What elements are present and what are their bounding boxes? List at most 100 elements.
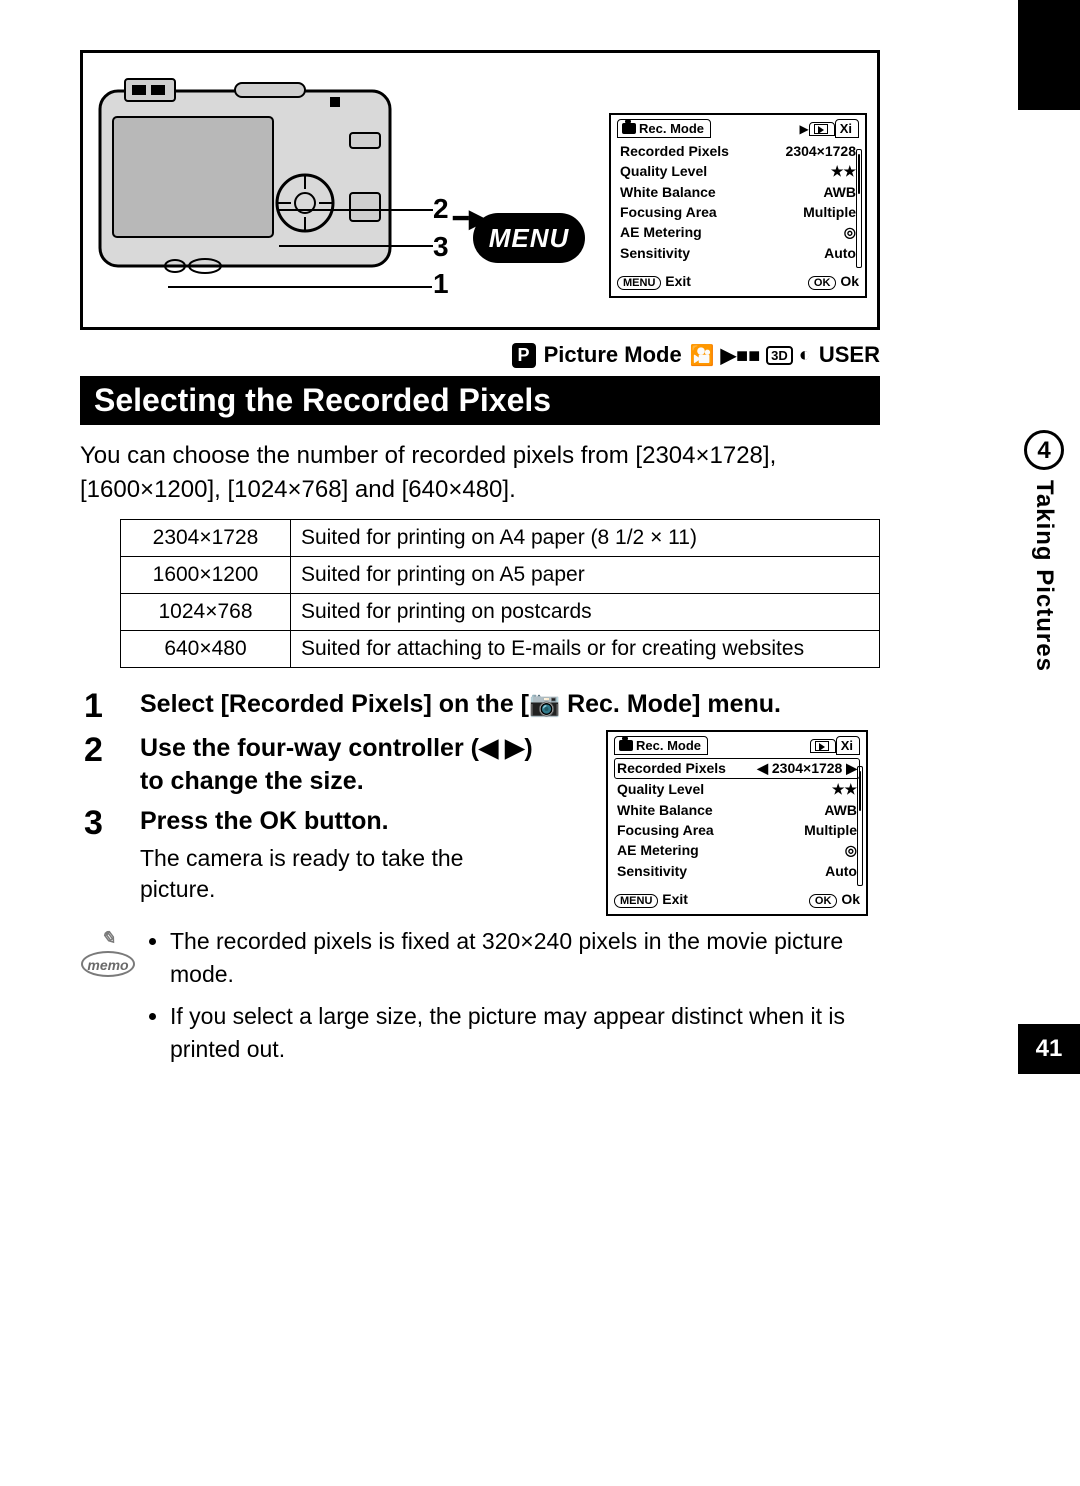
row-label: Focusing Area — [620, 204, 717, 220]
table-row: 1600×1200Suited for printing on A5 paper — [121, 557, 880, 594]
row-label: AE Metering — [617, 842, 699, 859]
cell-desc: Suited for printing on A4 paper (8 1/2 ×… — [291, 520, 880, 557]
tab-rec-mode-label: Rec. Mode — [639, 121, 704, 136]
setup-icon: Xi — [841, 738, 853, 753]
row-label: Recorded Pixels — [617, 760, 726, 777]
cell-size: 2304×1728 — [121, 520, 291, 557]
tab-nav-arrow: ▶ — [799, 122, 808, 136]
cell-desc: Suited for printing on postcards — [291, 594, 880, 631]
memo-bullet-1: The recorded pixels is fixed at 320×240 … — [170, 925, 880, 992]
menu-pill-label: MENU — [614, 894, 658, 908]
menu-row-wb: White Balance AWB — [617, 182, 859, 202]
memo-bullet-2: If you select a large size, the picture … — [170, 1000, 880, 1067]
menu-button-pill: MENU — [473, 213, 585, 263]
camera-diagram: 2 3 1 ━▶ MENU Rec. Mode ▶ Xi Recorded Pi… — [80, 50, 880, 330]
user-mode-label: USER — [819, 342, 880, 368]
row-value: Auto — [825, 863, 857, 879]
menu-row-ae: AE Metering ◎ — [617, 222, 859, 243]
row-label: Quality Level — [620, 163, 707, 180]
row-value: ◀ 2304×1728 ▶ — [757, 760, 857, 777]
row-label: White Balance — [617, 802, 713, 818]
menu-row-sens: Sensitivity Auto — [617, 243, 859, 263]
callout-number-2: 2 — [433, 193, 449, 225]
mini-screen-top: Rec. Mode ▶ Xi Recorded Pixels2304×1728 … — [609, 113, 867, 298]
picture-mode-icons-row: P Picture Mode 🎦 ▶■■ 3D ◐ USER — [80, 342, 880, 368]
picture-mode-label: Picture Mode — [544, 342, 682, 368]
camera-icon — [622, 123, 636, 134]
menu-row-focus: Focusing AreaMultiple — [617, 202, 859, 222]
callout-line-1 — [168, 286, 432, 288]
memo-block: ✎ memo The recorded pixels is fixed at 3… — [80, 925, 880, 1074]
camera-illustration — [95, 73, 395, 293]
row-label: Sensitivity — [617, 863, 687, 879]
menu-row-recorded-pixels-highlighted: Recorded Pixels ◀ 2304×1728 ▶ — [614, 758, 860, 779]
row-value: Auto — [824, 245, 856, 261]
tab-setup: Xi — [836, 736, 860, 755]
play-icon — [815, 741, 829, 751]
row-label: White Balance — [620, 184, 716, 200]
step-number-3: 3 — [84, 805, 112, 905]
ok-pill-label: OK — [809, 894, 838, 908]
callout-line-2 — [279, 209, 433, 211]
camera-icon — [619, 740, 633, 751]
step-text-2: Use the four-way controller (◀ ▶) to cha… — [140, 732, 540, 800]
memo-icon: ✎ memo — [80, 925, 136, 1074]
cell-size: 1600×1200 — [121, 557, 291, 594]
row-value: ★★ — [831, 163, 856, 180]
tab-rec-mode: Rec. Mode — [617, 119, 711, 138]
menu-row-sens: Sensitivity Auto — [614, 861, 860, 881]
row-label: Sensitivity — [620, 245, 690, 261]
table-row: 1024×768Suited for printing on postcards — [121, 594, 880, 631]
tab-setup: Xi — [835, 119, 859, 138]
top-right-tab — [1018, 0, 1080, 110]
tab-rec-mode-label: Rec. Mode — [636, 738, 701, 753]
menu-pill-label: MENU — [617, 276, 661, 290]
tab-rec-mode: Rec. Mode — [614, 736, 708, 755]
steps-section: 1 Select [Recorded Pixels] on the [📷 Rec… — [84, 688, 880, 905]
step-number-2: 2 — [84, 732, 112, 800]
menu-row-wb: White BalanceAWB — [614, 800, 860, 820]
menu-scrollbar — [857, 766, 863, 886]
intro-text: You can choose the number of recorded pi… — [80, 439, 880, 507]
mini-screen-bottom: Rec. Mode Xi Recorded Pixels ◀ 2304×1728 … — [606, 730, 868, 916]
ok-pill-label: OK — [808, 276, 837, 290]
tab-playback — [810, 739, 836, 753]
cell-desc: Suited for printing on A5 paper — [291, 557, 880, 594]
footer-ok: OK Ok — [809, 891, 860, 908]
night-portrait-icon: 🎦 — [690, 343, 715, 368]
footer-exit: MENU Exit — [614, 891, 688, 908]
row-value: 2304×1728 — [786, 143, 856, 159]
callout-number-3: 3 — [433, 231, 449, 263]
play-icon — [814, 124, 828, 134]
memo-list: The recorded pixels is fixed at 320×240 … — [150, 925, 880, 1074]
chapter-number: 4 — [1024, 430, 1064, 470]
resolution-table: 2304×1728Suited for printing on A4 paper… — [120, 519, 880, 668]
step-subtext-3: The camera is ready to take the picture. — [140, 843, 540, 905]
cell-desc: Suited for attaching to E-mails or for c… — [291, 631, 880, 668]
chapter-tab: 4 Taking Pictures — [1008, 430, 1080, 672]
page-number: 41 — [1018, 1024, 1080, 1074]
row-value: Multiple — [804, 822, 857, 838]
callout-line-3 — [279, 245, 433, 247]
p-mode-icon: P — [512, 343, 536, 368]
step-number-1: 1 — [84, 688, 112, 725]
setup-icon: Xi — [840, 121, 852, 136]
row-value: ★★ — [832, 781, 857, 798]
movie-icon: ▶■■ — [721, 343, 761, 368]
panorama-icon: ◐ — [799, 344, 811, 367]
menu-row-recorded-pixels: Recorded Pixels2304×1728 — [617, 141, 859, 161]
menu-row-focus: Focusing AreaMultiple — [614, 820, 860, 840]
row-value: ◎ — [845, 842, 857, 859]
cell-size: 1024×768 — [121, 594, 291, 631]
menu-row-quality: Quality Level ★★ — [617, 161, 859, 182]
table-row: 2304×1728Suited for printing on A4 paper… — [121, 520, 880, 557]
cell-size: 640×480 — [121, 631, 291, 668]
chapter-title: Taking Pictures — [1030, 480, 1058, 672]
row-label: AE Metering — [620, 224, 702, 241]
row-label: Quality Level — [617, 781, 704, 798]
tab-playback — [809, 122, 835, 136]
row-value: ◎ — [844, 224, 856, 241]
menu-scrollbar — [856, 149, 862, 268]
memo-label: memo — [81, 951, 135, 977]
row-value: AWB — [823, 184, 856, 200]
